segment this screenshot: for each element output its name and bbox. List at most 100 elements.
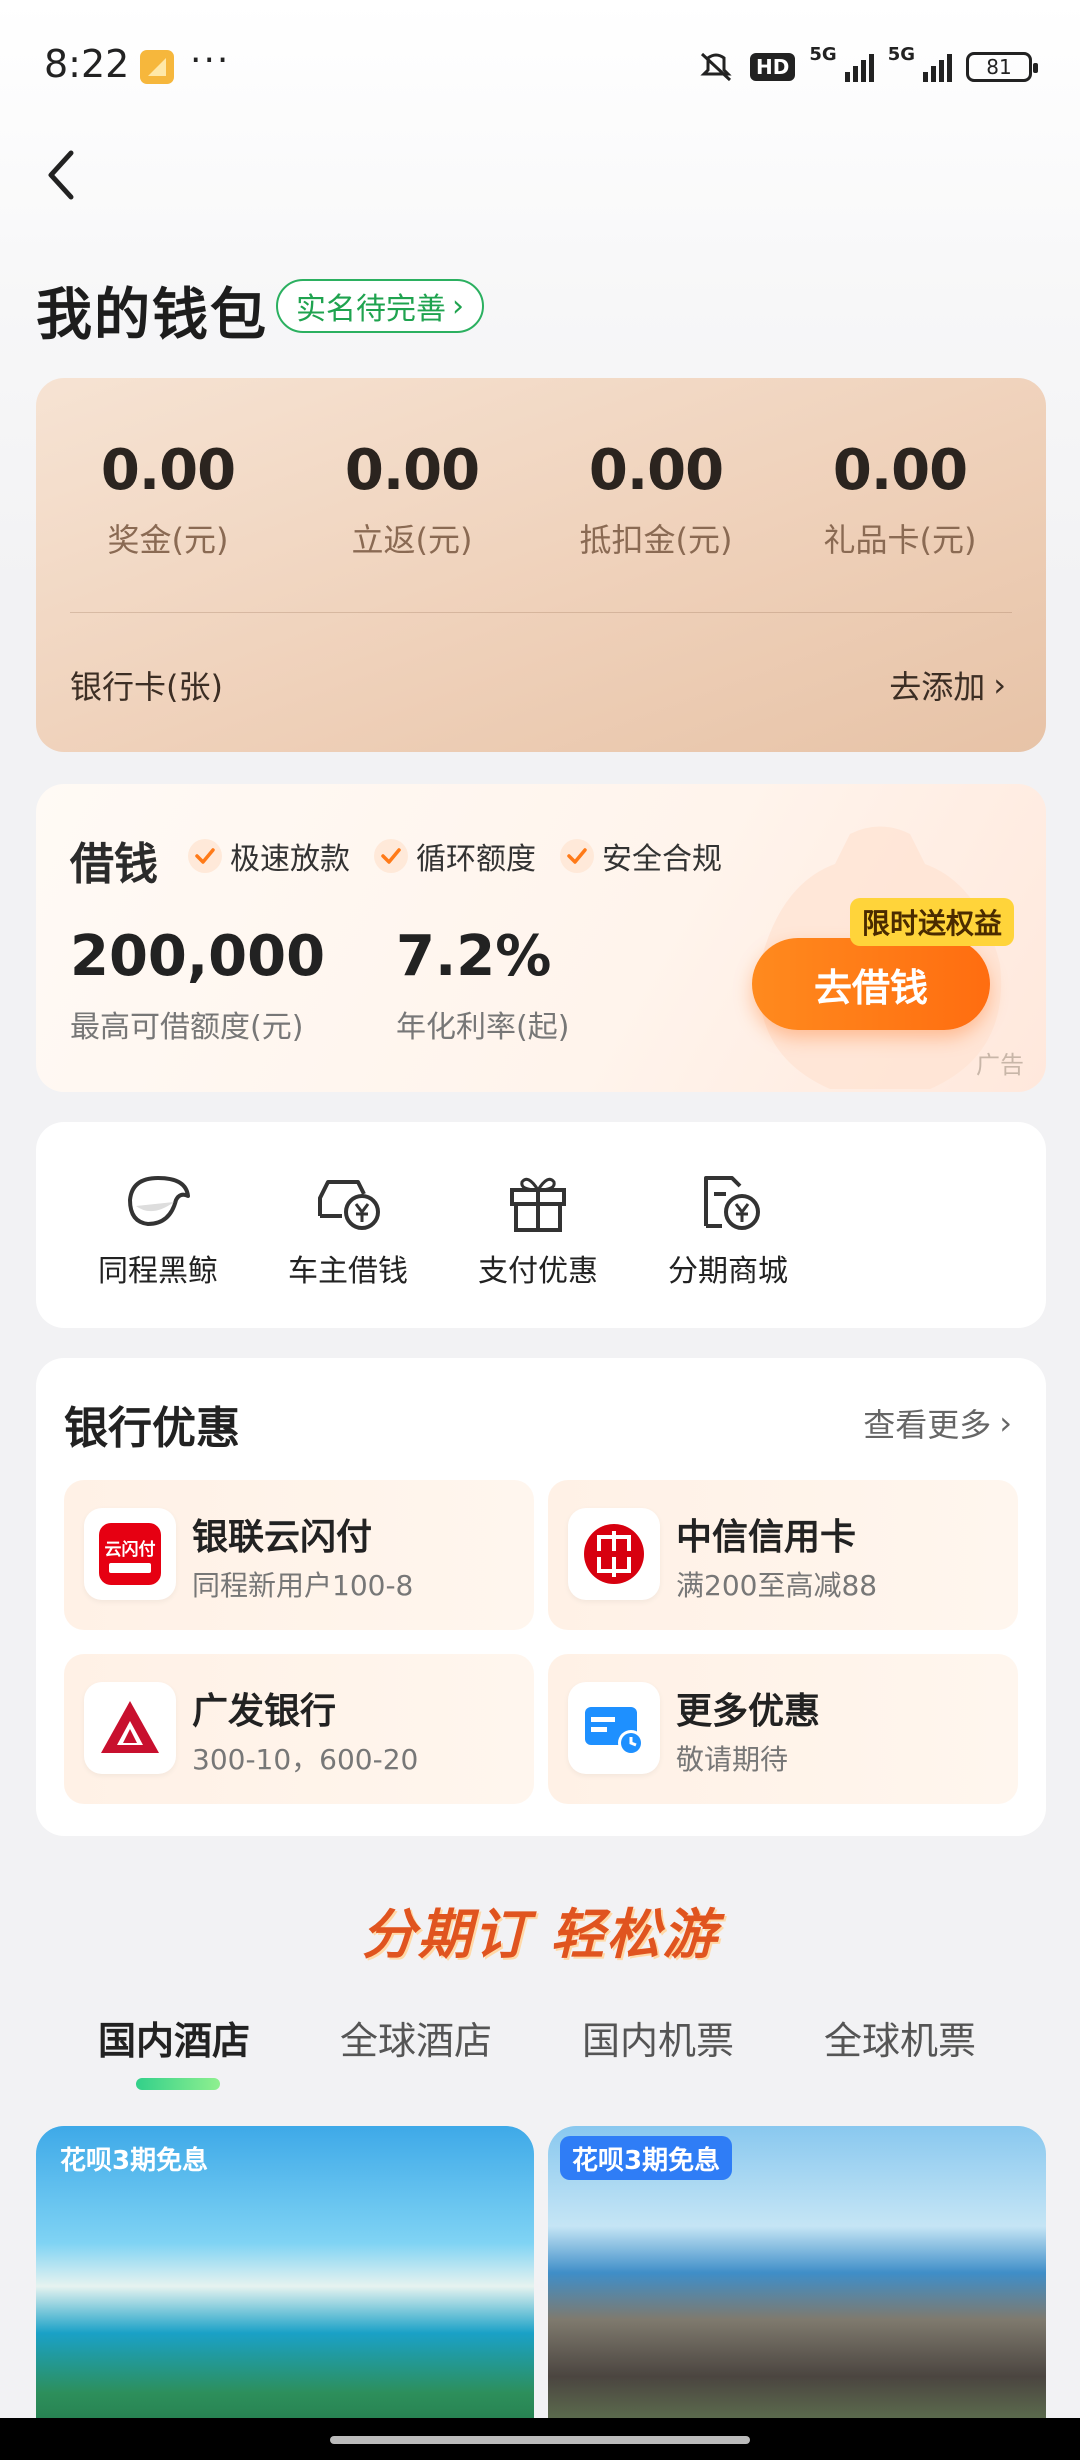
check-icon (374, 839, 408, 873)
status-time: 8:22 (44, 42, 130, 86)
back-arrow-icon (48, 150, 74, 200)
offer-desc: 满200至高减88 (676, 1569, 878, 1602)
network-type-1: 5G (809, 44, 837, 65)
service-whale[interactable]: 同程黑鲸 (78, 1166, 238, 1290)
add-bank-card-link[interactable]: 去添加 › (889, 662, 1006, 708)
wallet-stats: 0.00 奖金(元) 0.00 立返(元) 0.00 抵扣金(元) 0.00 礼… (36, 438, 1046, 561)
bank-card-count-label: 银行卡(张) (70, 668, 223, 706)
bank-offers-card: 银行优惠 查看更多 › 云闪付 银联云闪付 同程新用户100-8 中信信用卡 满… (36, 1358, 1046, 1836)
status-bar: 8:22 ··· HD 5G 5G 81 (0, 0, 1080, 140)
offer-unionpay[interactable]: 云闪付 银联云闪付 同程新用户100-8 (64, 1480, 534, 1630)
stat-label: 奖金(元) (107, 521, 229, 559)
active-tab-indicator (136, 2078, 220, 2090)
card-clock-icon (568, 1682, 660, 1774)
interest-free-badge: 花呗3期免息 (60, 2145, 209, 2176)
max-loan-amount-label: 最高可借额度(元) (70, 1010, 304, 1045)
bank-offers-title: 银行优惠 (64, 1403, 240, 1454)
borrow-button[interactable]: 去借钱 (752, 938, 990, 1030)
divider (70, 612, 1012, 613)
more-notifications-icon: ··· (190, 40, 231, 81)
network-type-2: 5G (887, 44, 915, 65)
offer-cgb[interactable]: 广发银行 300-10，600-20 (64, 1654, 534, 1804)
offer-name: 更多优惠 (676, 1691, 821, 1732)
stat-cashback[interactable]: 0.00 立返(元) (290, 438, 534, 561)
max-loan-amount: 200,000 (70, 924, 326, 989)
limited-offer-badge: 限时送权益 (850, 898, 1015, 946)
loan-feature: 安全合规 (560, 834, 722, 878)
wallet-page: 8:22 ··· HD 5G 5G 81 我的钱包 实名待完善 › 0.00 奖… (0, 0, 1080, 2460)
citic-logo (568, 1508, 660, 1600)
offer-desc: 300-10，600-20 (192, 1743, 419, 1776)
tab-domestic-flight[interactable]: 国内机票 (582, 2010, 734, 2065)
add-bank-card-label: 去添加 (889, 668, 986, 706)
home-indicator[interactable] (0, 2418, 1080, 2460)
status-icons: HD 5G 5G 81 (696, 44, 1038, 90)
car-yuan-icon (312, 1166, 384, 1238)
stat-label: 立返(元) (351, 521, 473, 559)
service-car-loan[interactable]: 车主借钱 (268, 1166, 428, 1290)
service-label: 同程黑鲸 (98, 1254, 218, 1289)
mute-vibrate-icon (700, 52, 732, 82)
real-name-label: 实名待完善 (296, 292, 446, 327)
stat-value: 0.00 (344, 438, 480, 503)
stat-value: 0.00 (100, 438, 236, 503)
view-more-link[interactable]: 查看更多 › (863, 1400, 1012, 1446)
tab-global-hotel[interactable]: 全球酒店 (340, 2010, 492, 2065)
service-label: 车主借钱 (288, 1254, 408, 1289)
stat-gift-card[interactable]: 0.00 礼品卡(元) (778, 438, 1022, 561)
loan-title: 借钱 (70, 839, 158, 890)
real-name-badge[interactable]: 实名待完善 › (276, 279, 484, 333)
offer-name: 广发银行 (192, 1691, 337, 1732)
offer-name: 中信信用卡 (676, 1517, 857, 1558)
stat-bonus[interactable]: 0.00 奖金(元) (46, 438, 290, 561)
check-icon (188, 839, 222, 873)
back-button[interactable] (30, 140, 90, 210)
gift-icon (502, 1166, 574, 1238)
loan-feature: 极速放款 (188, 834, 350, 878)
stat-label: 抵扣金(元) (579, 521, 733, 559)
offer-name: 银联云闪付 (192, 1517, 373, 1558)
ad-label: 广告 (976, 1051, 1024, 1079)
service-label: 支付优惠 (478, 1254, 598, 1289)
loan-card[interactable]: 借钱 极速放款 循环额度 安全合规 200,000 最高可借额度(元) 7.2%… (36, 784, 1046, 1092)
hotel-card[interactable]: 花呗3期免息 (548, 2126, 1046, 2460)
service-pay-discount[interactable]: 支付优惠 (458, 1166, 618, 1290)
chevron-right-icon: › (993, 666, 1006, 704)
offer-citic[interactable]: 中信信用卡 满200至高减88 (548, 1480, 1018, 1630)
stat-value: 0.00 (588, 438, 724, 503)
stat-label: 礼品卡(元) (823, 521, 977, 559)
unionpay-logo-text: 云闪付 (105, 1539, 156, 1560)
stat-deduction[interactable]: 0.00 抵扣金(元) (534, 438, 778, 561)
service-installment-mall[interactable]: 分期商城 (648, 1166, 808, 1290)
services-card: 同程黑鲸 车主借钱 支付优惠 分期商城 (36, 1122, 1046, 1328)
annual-rate-label: 年化利率(起) (396, 1010, 570, 1045)
signal-icon-1 (844, 52, 874, 82)
chevron-right-icon: › (452, 288, 464, 324)
loan-feature: 循环额度 (374, 834, 536, 878)
service-label: 分期商城 (668, 1254, 788, 1289)
tab-domestic-hotel[interactable]: 国内酒店 (98, 2010, 250, 2065)
offer-more[interactable]: 更多优惠 敬请期待 (548, 1654, 1018, 1804)
loan-feature-label: 安全合规 (602, 842, 722, 877)
cgb-logo (84, 1682, 176, 1774)
loan-feature-label: 极速放款 (230, 842, 350, 877)
signal-icon-2 (923, 52, 952, 82)
wallet-balance-card: 0.00 奖金(元) 0.00 立返(元) 0.00 抵扣金(元) 0.00 礼… (36, 378, 1046, 752)
hotel-card[interactable]: 花呗3期免息 (36, 2126, 534, 2460)
check-icon (560, 839, 594, 873)
loan-features: 极速放款 循环额度 安全合规 (188, 834, 722, 878)
battery-icon: 81 (966, 52, 1038, 82)
installment-mall-icon (692, 1166, 764, 1238)
category-tabs: 国内酒店 全球酒店 国内机票 全球机票 (0, 2010, 1080, 2090)
loan-feature-label: 循环额度 (416, 842, 536, 877)
offer-desc: 同程新用户100-8 (192, 1569, 414, 1602)
notification-app-icon (140, 50, 174, 84)
chevron-right-icon: › (999, 1404, 1012, 1442)
offer-desc: 敬请期待 (676, 1743, 789, 1776)
tab-global-flight[interactable]: 全球机票 (824, 2010, 976, 2065)
hd-voice-icon: HD (750, 53, 796, 81)
interest-free-badge: 花呗3期免息 (560, 2136, 733, 2180)
promo-title: 分期订 轻松游 (361, 1903, 719, 1966)
page-title: 我的钱包 (36, 283, 268, 348)
unionpay-quickpass-logo: 云闪付 (84, 1508, 176, 1600)
